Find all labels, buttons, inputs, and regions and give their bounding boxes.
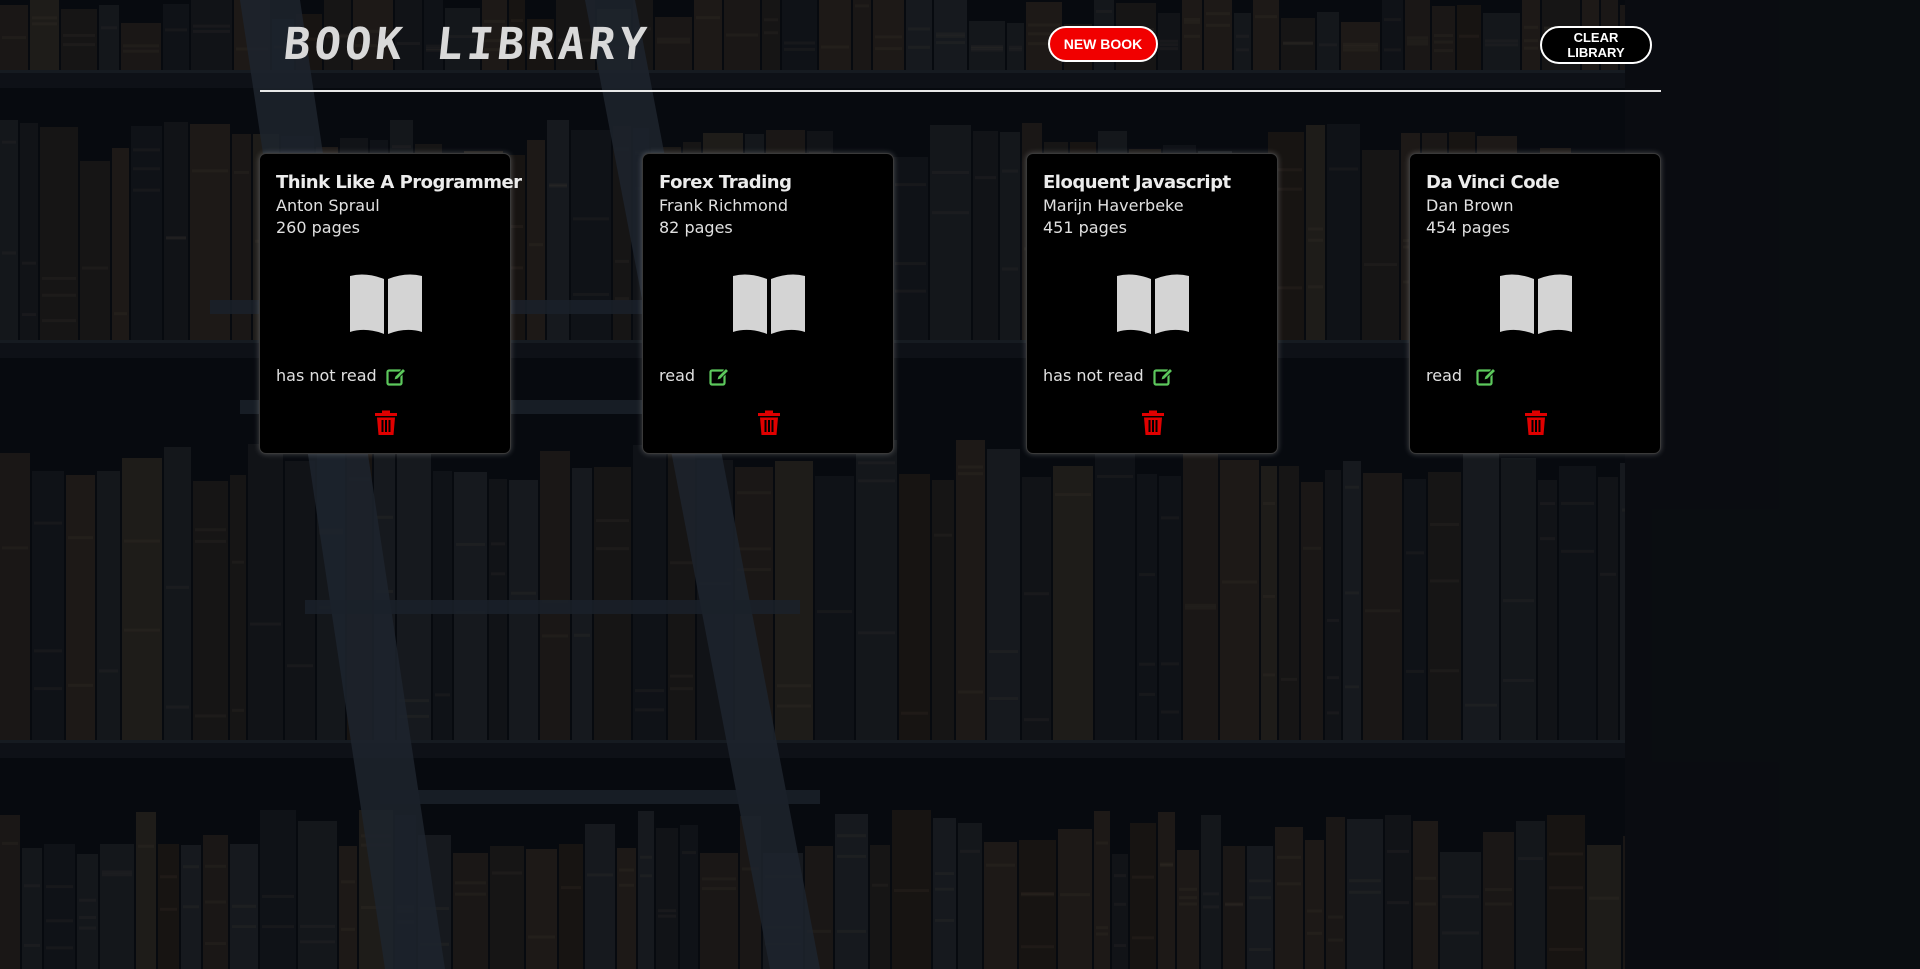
book-open-icon (350, 274, 422, 334)
book-title: Think Like A Programmer (276, 172, 522, 193)
book-card: Da Vinci Code Dan Brown 454 pages read (1409, 153, 1661, 454)
book-title: Da Vinci Code (1426, 172, 1560, 193)
clear-library-button[interactable]: CLEAR LIBRARY (1540, 26, 1652, 64)
book-pages: 454 pages (1426, 218, 1510, 237)
book-open-icon (733, 274, 805, 334)
book-title: Eloquent Javascript (1043, 172, 1231, 193)
book-author: Marijn Haverbeke (1043, 196, 1184, 215)
edit-icon[interactable] (709, 367, 729, 387)
book-grid: Think Like A Programmer Anton Spraul 260… (259, 153, 1662, 456)
page: BOOK LIBRARY NEW BOOK CLEAR LIBRARY Thin… (0, 0, 1920, 969)
new-book-button[interactable]: NEW BOOK (1048, 26, 1158, 62)
trash-icon[interactable] (757, 410, 781, 436)
book-open-icon (1500, 274, 1572, 334)
read-status: has not read (276, 366, 377, 385)
book-author: Anton Spraul (276, 196, 380, 215)
book-author: Frank Richmond (659, 196, 789, 215)
edit-icon[interactable] (386, 367, 406, 387)
trash-icon[interactable] (1524, 410, 1548, 436)
site-logo: BOOK LIBRARY (281, 19, 653, 70)
book-pages: 82 pages (659, 218, 733, 237)
book-pages: 260 pages (276, 218, 360, 237)
book-card: Forex Trading Frank Richmond 82 pages re… (642, 153, 894, 454)
read-status: read (1426, 366, 1463, 385)
book-card: Think Like A Programmer Anton Spraul 260… (259, 153, 522, 454)
edit-icon[interactable] (1476, 367, 1496, 387)
book-pages: 451 pages (1043, 218, 1127, 237)
edit-icon[interactable] (1153, 367, 1173, 387)
book-open-icon (1117, 274, 1189, 334)
read-status: has not read (1043, 366, 1144, 385)
trash-icon[interactable] (1141, 410, 1165, 436)
book-card: Eloquent Javascript Marijn Haverbeke 451… (1026, 153, 1278, 454)
trash-icon[interactable] (374, 410, 398, 436)
read-status: read (659, 366, 696, 385)
book-author: Dan Brown (1426, 196, 1514, 215)
book-title: Forex Trading (659, 172, 792, 193)
header: BOOK LIBRARY NEW BOOK CLEAR LIBRARY (260, 0, 1661, 92)
